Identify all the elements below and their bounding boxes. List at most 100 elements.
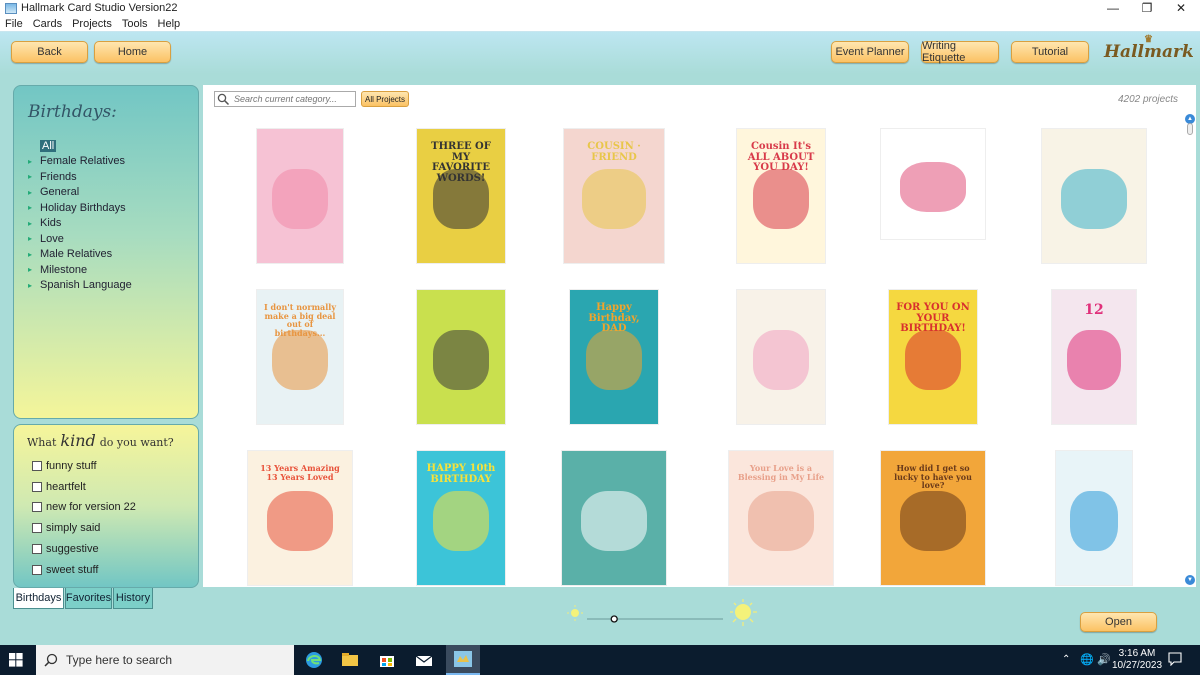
category-item[interactable]: ▸ General <box>28 185 132 201</box>
card-thumbnail[interactable]: Cousin It's ALL ABOUT YOU DAY! <box>736 128 826 264</box>
category-item[interactable]: ▸ Male Relatives <box>28 247 132 263</box>
category-item[interactable]: ▸ Friends <box>28 169 132 185</box>
checkbox-box[interactable] <box>32 481 42 492</box>
category-item[interactable]: ▸ Female Relatives <box>28 154 132 170</box>
card-thumbnail[interactable] <box>416 289 506 425</box>
network-icon[interactable]: 🌐 <box>1080 653 1094 666</box>
card-thumbnail[interactable]: HAPPY 10th BIRTHDAY <box>416 450 506 586</box>
card-thumbnail[interactable]: Your Love is a Blessing in My Life <box>728 450 834 586</box>
checkbox-label: suggestive <box>46 542 99 555</box>
close-button[interactable]: ✕ <box>1166 0 1196 16</box>
card-caption: 12 <box>1084 302 1104 319</box>
card-caption: FOR YOU ON YOUR BIRTHDAY! <box>896 302 970 335</box>
card-art <box>899 162 967 212</box>
card-thumbnail[interactable] <box>736 289 826 425</box>
minimize-button[interactable]: — <box>1098 0 1128 16</box>
checkbox-box[interactable] <box>32 523 42 534</box>
hallmark-taskbar-icon[interactable] <box>446 645 480 675</box>
card-thumbnail[interactable] <box>1041 128 1147 264</box>
tray-chevron-icon[interactable]: ⌃ <box>1062 654 1070 665</box>
card-thumbnail[interactable]: FOR YOU ON YOUR BIRTHDAY! <box>888 289 978 425</box>
zoom-knob[interactable] <box>610 615 618 623</box>
notification-icon[interactable] <box>1168 652 1182 669</box>
edge-icon[interactable] <box>304 650 324 670</box>
all-projects-button[interactable]: All Projects <box>361 91 409 107</box>
checkbox-box[interactable] <box>32 502 42 513</box>
tab-history[interactable]: History <box>113 588 153 609</box>
large-sun-icon <box>730 599 757 626</box>
kind-prefix: What <box>27 436 57 449</box>
category-panel: Birthdays: All ▸ Female Relatives ▸ Friends ▸… <box>13 85 199 419</box>
mail-icon[interactable] <box>414 650 434 670</box>
vertical-scrollbar[interactable]: ▲ ▼ <box>1184 107 1196 587</box>
menu-projects[interactable]: Projects <box>72 18 112 30</box>
maximize-button[interactable]: ❐ <box>1132 0 1162 16</box>
clock[interactable]: 3:16 AM 10/27/2023 <box>1112 648 1162 672</box>
zoom-slider[interactable] <box>565 598 765 628</box>
checkbox-label: sweet stuff <box>46 563 99 576</box>
category-label: Male Relatives <box>40 248 113 261</box>
search-box[interactable] <box>214 91 356 107</box>
card-thumbnail[interactable]: How did I get so lucky to have you love? <box>880 450 986 586</box>
category-item[interactable]: ▸ Milestone <box>28 262 132 278</box>
card-art <box>432 491 490 552</box>
card-thumbnail[interactable] <box>561 450 667 586</box>
category-label: General <box>40 186 80 199</box>
open-button[interactable]: Open <box>1080 612 1157 632</box>
card-thumbnail[interactable] <box>256 128 344 264</box>
search-input[interactable] <box>234 92 354 106</box>
kind-checkbox[interactable]: suggestive <box>32 543 99 555</box>
volume-icon[interactable]: 🔊 <box>1097 653 1111 666</box>
kind-checkbox[interactable]: heartfelt <box>32 481 86 493</box>
card-caption: COUSIN · FRIEND <box>587 141 641 163</box>
taskbar-search[interactable]: Type here to search <box>36 645 294 675</box>
tab-birthdays[interactable]: Birthdays <box>13 588 64 609</box>
kind-word: kind <box>60 431 96 450</box>
menu-help[interactable]: Help <box>158 18 181 30</box>
card-art <box>899 491 967 552</box>
category-item[interactable]: ▸ Holiday Birthdays <box>28 200 132 216</box>
card-art <box>752 330 810 391</box>
clock-date: 10/27/2023 <box>1112 660 1163 671</box>
back-button[interactable]: Back <box>11 41 88 63</box>
kind-checkbox[interactable]: sweet stuff <box>32 564 98 576</box>
scroll-down-icon[interactable]: ▼ <box>1185 575 1195 585</box>
card-thumbnail[interactable]: THREE OF MY FAVORITE WORDS! <box>416 128 506 264</box>
category-item[interactable]: ▸ Spanish Language <box>28 278 132 294</box>
card-thumbnail[interactable]: I don't normally make a big deal out of … <box>256 289 344 425</box>
checkbox-box[interactable] <box>32 543 42 554</box>
windows-start-icon[interactable] <box>9 653 29 673</box>
crown-icon: ♛ <box>1144 34 1153 45</box>
kind-checkbox[interactable]: new for version 22 <box>32 501 136 513</box>
card-caption: THREE OF MY FAVORITE WORDS! <box>431 141 491 184</box>
tutorial-button[interactable]: Tutorial <box>1011 41 1089 63</box>
home-button[interactable]: Home <box>94 41 171 63</box>
event-planner-button[interactable]: Event Planner <box>831 41 909 63</box>
checkbox-label: simply said <box>46 522 101 535</box>
category-label: Female Relatives <box>40 155 125 168</box>
kind-checkbox[interactable]: funny stuff <box>32 460 97 472</box>
menu-tools[interactable]: Tools <box>122 18 148 30</box>
writing-etiquette-button[interactable]: Writing Etiquette <box>921 40 999 64</box>
file-explorer-icon[interactable] <box>340 650 360 670</box>
category-arrow-icon: ▸ <box>28 234 33 244</box>
card-thumbnail[interactable]: 12 <box>1051 289 1137 425</box>
card-thumbnail[interactable]: 13 Years Amazing 13 Years Loved <box>247 450 353 586</box>
scroll-thumb[interactable] <box>1187 123 1193 135</box>
card-thumbnail[interactable]: COUSIN · FRIEND <box>563 128 665 264</box>
category-arrow-icon: ▸ <box>28 280 33 290</box>
card-thumbnail[interactable]: Happy Birthday, DAD <box>569 289 659 425</box>
store-icon[interactable] <box>377 650 397 670</box>
checkbox-box[interactable] <box>32 461 42 471</box>
menu-cards[interactable]: Cards <box>33 18 62 30</box>
category-item[interactable]: All <box>28 138 132 154</box>
category-item[interactable]: ▸ Kids <box>28 216 132 232</box>
tab-favorites[interactable]: Favorites <box>65 588 112 609</box>
category-arrow-icon: ▸ <box>28 187 33 197</box>
category-item[interactable]: ▸ Love <box>28 231 132 247</box>
card-thumbnail[interactable] <box>880 128 986 240</box>
menu-file[interactable]: File <box>5 18 23 30</box>
kind-checkbox[interactable]: simply said <box>32 522 100 534</box>
card-thumbnail[interactable] <box>1055 450 1133 586</box>
checkbox-box[interactable] <box>32 564 42 575</box>
